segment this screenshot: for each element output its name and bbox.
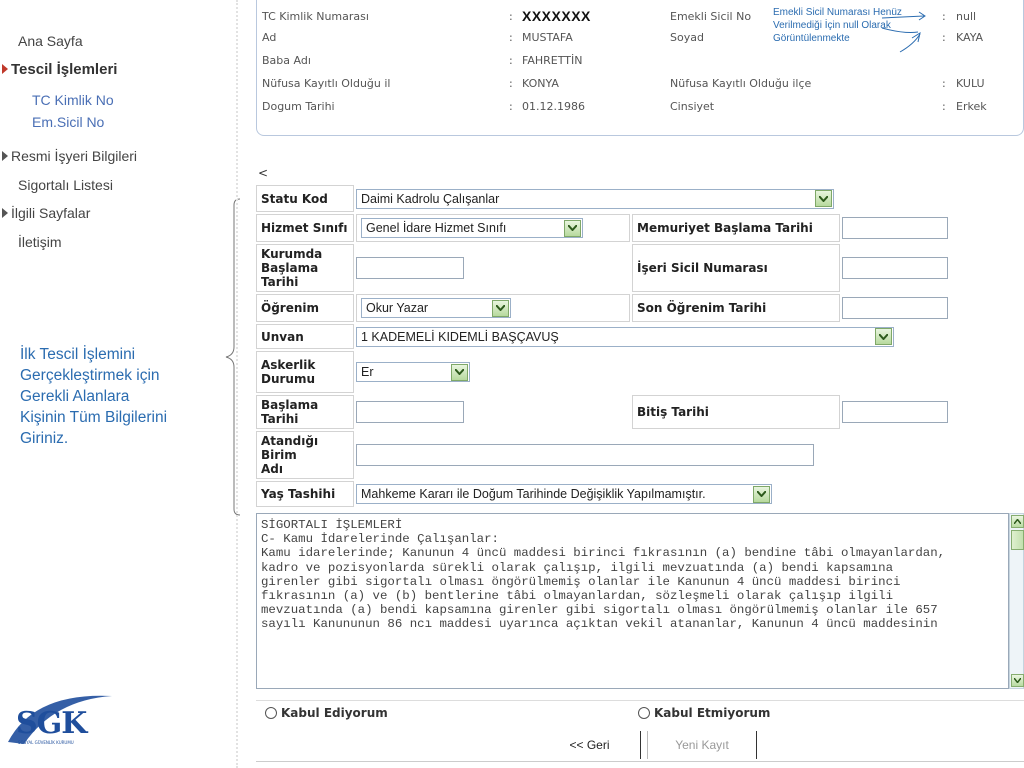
- nufus-ilce-value: KULU: [956, 77, 985, 90]
- soyad-value: KAYA: [956, 31, 984, 44]
- baba-adi-label: Baba Adı: [262, 54, 311, 67]
- dogum-tarihi-label: Dogum Tarihi: [262, 100, 335, 113]
- emekli-sicil-label: Emekli Sicil No: [670, 10, 752, 23]
- nufus-il-value: KONYA: [522, 77, 559, 90]
- soyad-label: Soyad: [670, 31, 704, 44]
- sidebar-item-tc-kimlik-no[interactable]: TC Kimlik No: [32, 92, 114, 108]
- kurumda-baslama-input[interactable]: [356, 257, 464, 279]
- memuriyet-baslama-label: Memuriyet Başlama Tarihi: [632, 214, 840, 242]
- expand-arrow-icon: [2, 64, 8, 75]
- radio-circle-icon: [638, 707, 650, 719]
- back-button[interactable]: << Geri: [539, 731, 641, 759]
- bottom-divider: [256, 761, 1024, 762]
- scroll-thumb[interactable]: [1011, 530, 1024, 550]
- cinsiyet-label: Cinsiyet: [670, 100, 715, 113]
- iseri-sicil-input[interactable]: [842, 257, 948, 279]
- hizmet-sinifi-label: Hizmet Sınıfı: [256, 214, 354, 242]
- radio-circle-icon: [265, 707, 277, 719]
- iseri-sicil-label: İşeri Sicil Numarası: [632, 244, 840, 292]
- atandigi-birim-input[interactable]: [356, 444, 814, 466]
- scroll-up-button[interactable]: [1011, 515, 1024, 528]
- sidebar-item-resmi-isyeri[interactable]: Resmi İşyeri Bilgileri: [2, 148, 137, 164]
- bracket-icon: [225, 198, 241, 516]
- ogrenim-select[interactable]: Okur Yazar: [361, 298, 511, 318]
- tc-kimlik-value: XXXXXXX: [522, 8, 591, 24]
- sidebar-divider: [236, 0, 238, 768]
- chevron-down-icon: [1014, 678, 1021, 683]
- instruction-annotation: İlk Tescil İşlemini Gerçekleştirmek için…: [20, 346, 168, 447]
- kurumda-baslama-label: Kurumda Başlama Tarihi: [256, 244, 354, 292]
- dogum-tarihi-value: 01.12.1986: [522, 100, 585, 113]
- unvan-select[interactable]: 1 KADEMELİ KIDEMLİ BAŞÇAVUŞ: [356, 326, 894, 347]
- chevron-down-icon: [875, 328, 892, 345]
- chevron-down-icon: [451, 363, 468, 381]
- text-scrollbar[interactable]: [1009, 513, 1024, 689]
- son-ogrenim-label: Son Öğrenim Tarihi: [632, 294, 840, 322]
- unvan-label: Unvan: [256, 324, 354, 349]
- chevron-down-icon: [753, 485, 770, 503]
- nufus-il-label: Nüfusa Kayıtlı Olduğu il: [262, 77, 391, 90]
- kabul-etmiyorum-radio[interactable]: Kabul Etmiyorum: [638, 706, 770, 720]
- yas-tashihi-label: Yaş Tashihi: [256, 481, 354, 507]
- kabul-ediyorum-radio[interactable]: Kabul Ediyorum: [265, 706, 388, 720]
- sidebar: Ana Sayfa Tescil İşlemleri TC Kimlik No …: [0, 0, 241, 768]
- bitis-tarihi-label: Bitiş Tarihi: [632, 395, 840, 429]
- son-ogrenim-input[interactable]: [842, 297, 948, 319]
- scroll-down-button[interactable]: [1011, 674, 1024, 687]
- cinsiyet-value: Erkek: [956, 100, 987, 113]
- annotation-arrows-icon: [881, 11, 926, 53]
- baba-adi-value: FAHRETTİN: [522, 54, 583, 67]
- ogrenim-label: Öğrenim: [256, 294, 354, 322]
- sidebar-item-tescil-islemleri[interactable]: Tescil İşlemleri: [2, 61, 117, 78]
- askerlik-durumu-label: Askerlik Durumu: [256, 351, 354, 393]
- emekli-sicil-value: null: [956, 10, 977, 23]
- ad-value: MUSTAFA: [522, 31, 573, 44]
- sidebar-item-ilgili-sayfalar[interactable]: İlgili Sayfalar: [2, 205, 90, 221]
- baslama-tarihi-label: Başlama Tarihi: [256, 395, 354, 429]
- memuriyet-baslama-input[interactable]: [842, 217, 948, 239]
- personnel-form: Statu Kod Daimi Kadrolu Çalışanlar Hizme…: [254, 183, 954, 509]
- sidebar-item-iletisim[interactable]: İletişim: [18, 234, 62, 250]
- nufus-ilce-label: Nüfusa Kayıtlı Olduğu ilçe: [670, 77, 812, 90]
- lt-symbol: <: [258, 166, 269, 180]
- statu-kod-select[interactable]: Daimi Kadrolu Çalışanlar: [356, 188, 834, 209]
- statu-kod-label: Statu Kod: [256, 185, 354, 212]
- expand-arrow-icon: [2, 151, 8, 162]
- ad-label: Ad: [262, 31, 277, 44]
- sidebar-item-ana-sayfa[interactable]: Ana Sayfa: [18, 33, 83, 49]
- atandigi-birim-label: Atandığı Birim Adı: [256, 431, 354, 479]
- legal-text-area[interactable]: SİGORTALI İŞLEMLERİ C- Kamu İdarelerinde…: [256, 513, 1009, 689]
- yas-tashihi-select[interactable]: Mahkeme Kararı ile Doğum Tarihinde Değiş…: [356, 484, 772, 504]
- askerlik-durumu-select[interactable]: Er: [356, 362, 470, 382]
- tc-kimlik-label: TC Kimlik Numarası: [262, 10, 369, 23]
- sidebar-item-em-sicil-no[interactable]: Em.Sicil No: [32, 114, 104, 130]
- chevron-down-icon: [564, 219, 581, 237]
- chevron-up-icon: [1014, 519, 1021, 524]
- sgk-logo: SGK SOSYAL GÜVENLİK KURUMU: [4, 684, 116, 756]
- new-record-button[interactable]: Yeni Kayıt: [647, 731, 757, 759]
- expand-arrow-icon: [2, 208, 8, 219]
- bitis-tarihi-input[interactable]: [842, 401, 948, 423]
- hizmet-sinifi-select[interactable]: Genel İdare Hizmet Sınıfı: [361, 218, 583, 238]
- sidebar-item-sigortali-listesi[interactable]: Sigortalı Listesi: [18, 177, 113, 193]
- chevron-down-icon: [815, 190, 832, 207]
- baslama-tarihi-input[interactable]: [356, 401, 464, 423]
- chevron-down-icon: [492, 299, 509, 317]
